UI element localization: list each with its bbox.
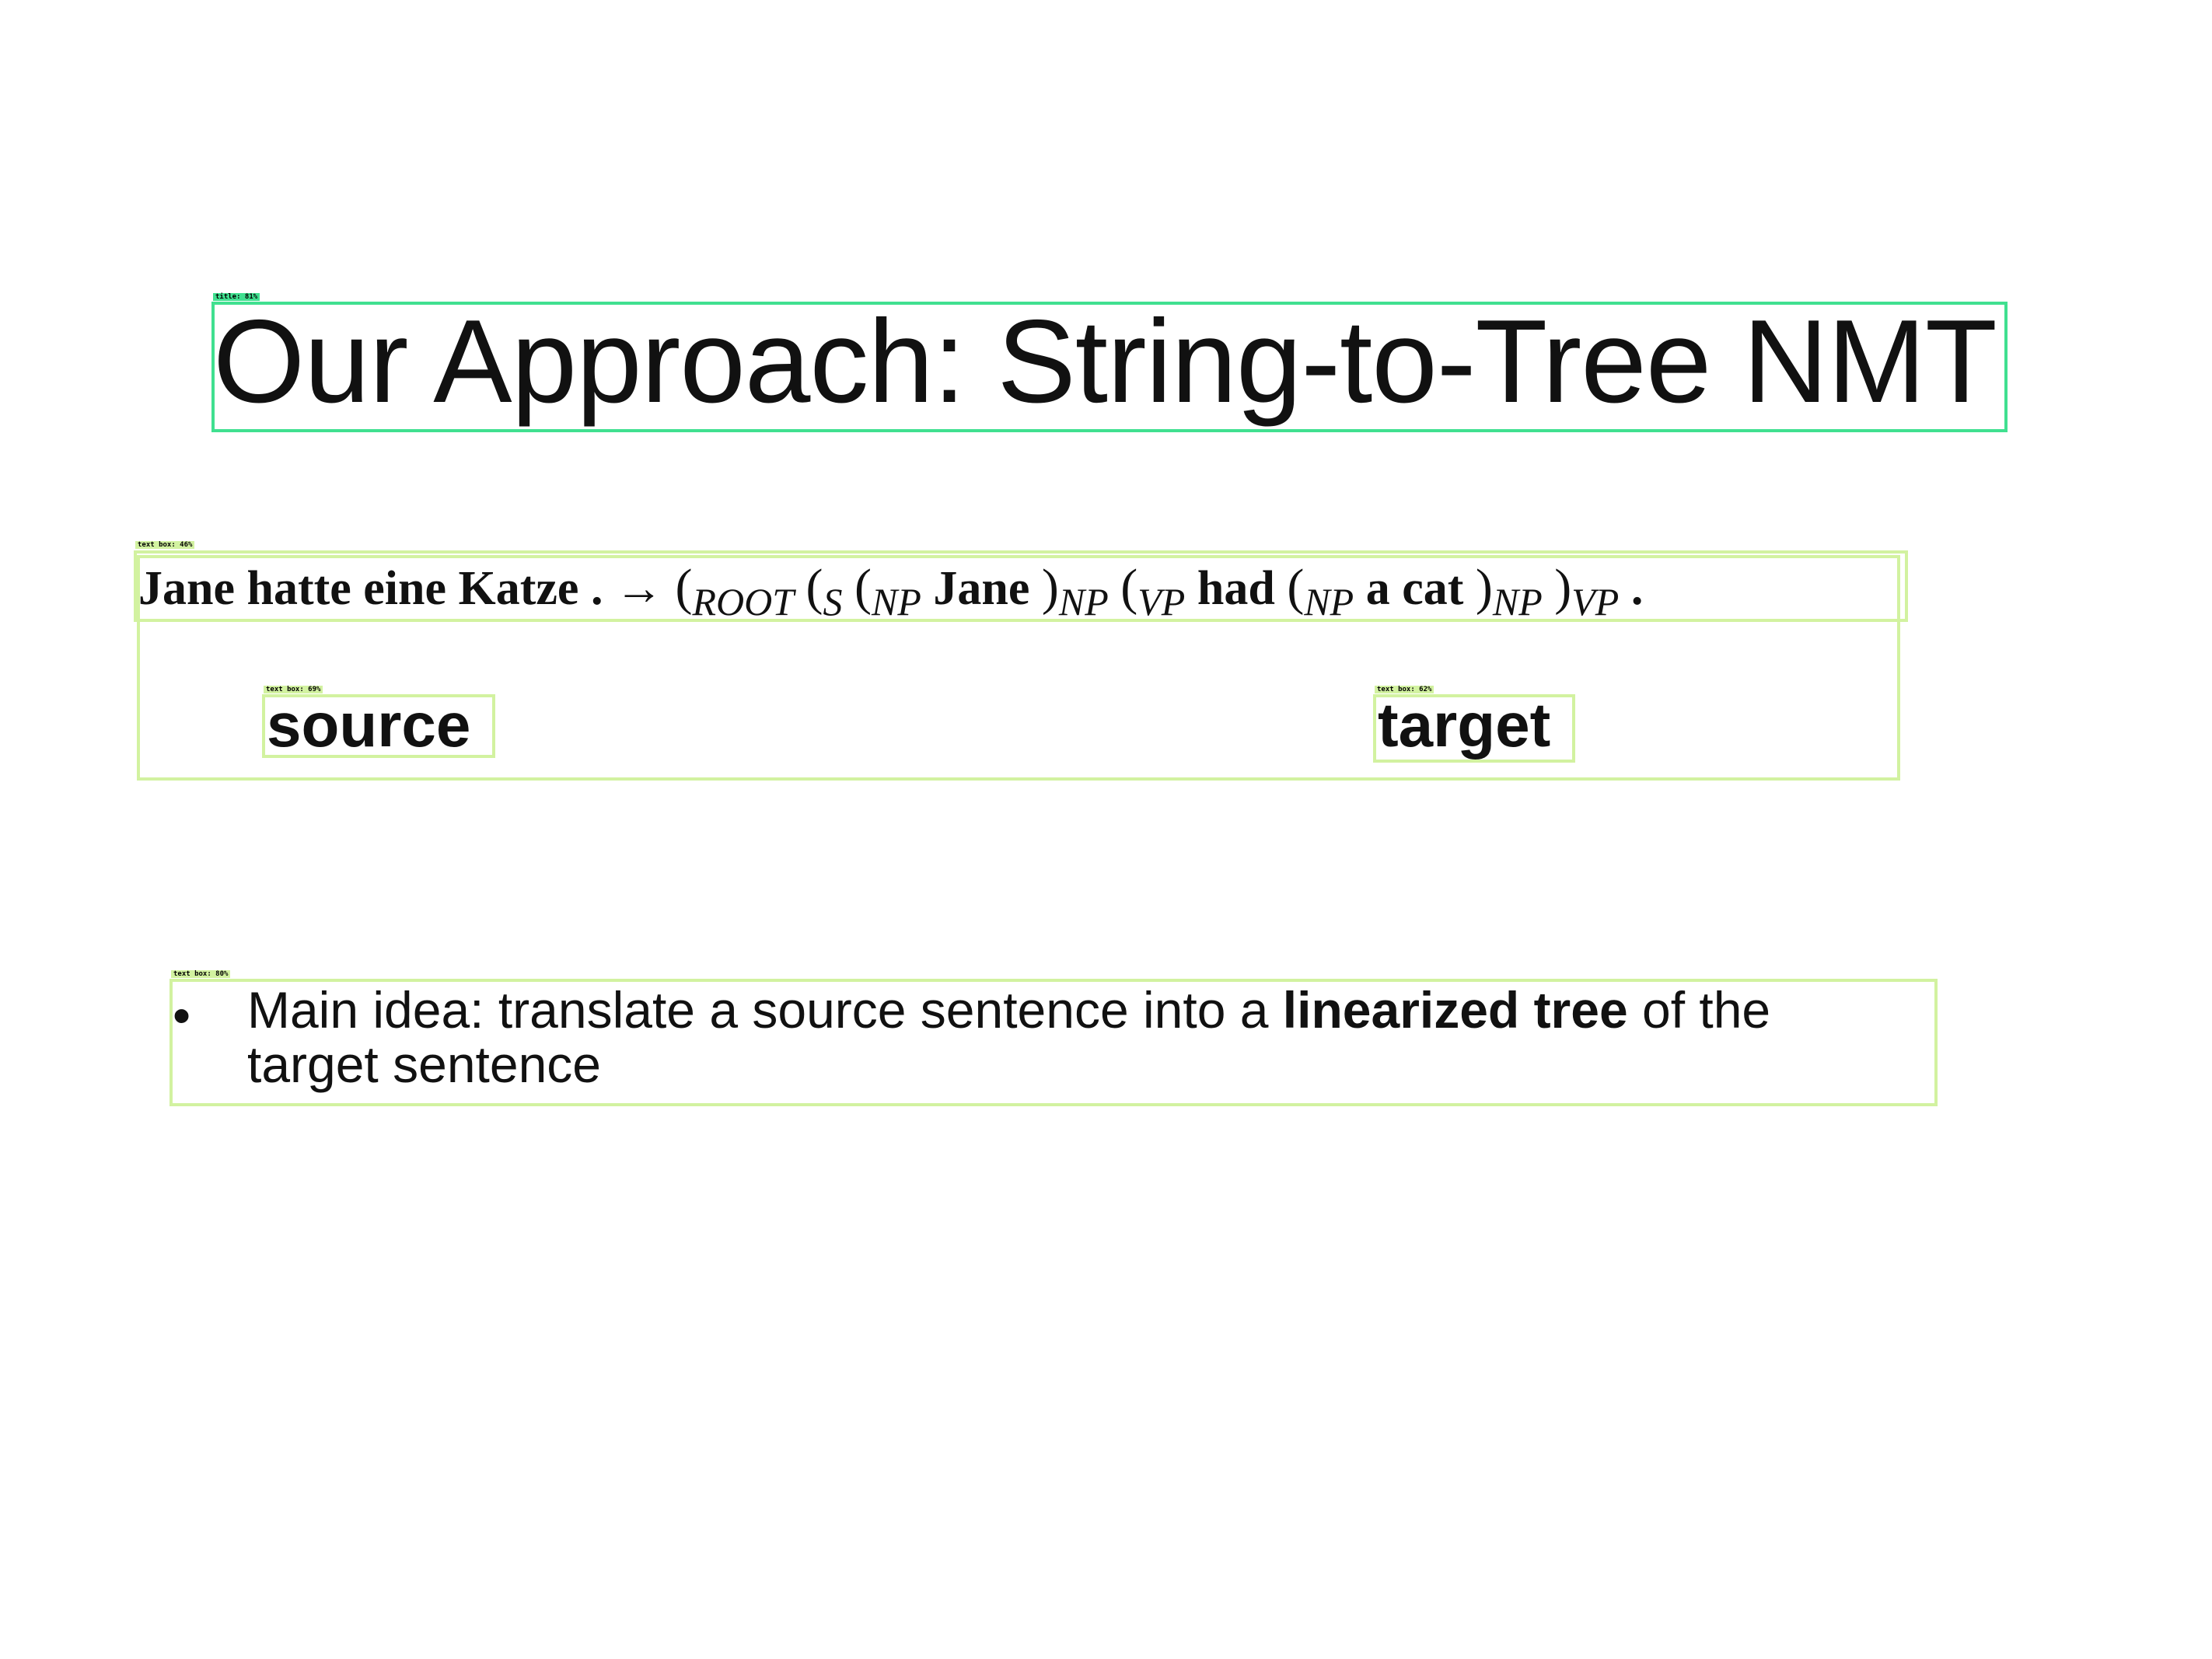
paren-open: ( xyxy=(805,559,823,616)
bullet-prefix: Main idea: translate a source sentence i… xyxy=(247,981,1283,1039)
bullet-text: Main idea: translate a source sentence i… xyxy=(247,983,1942,1091)
bullet-line-1: Main idea: translate a source sentence i… xyxy=(247,983,1942,1037)
paren-open: ( xyxy=(1120,559,1138,616)
paren-open: ( xyxy=(675,559,693,616)
paren-open: ( xyxy=(1287,559,1305,616)
source-sentence: Jane hatte eine Katze . xyxy=(138,562,603,615)
source-label: source xyxy=(267,690,471,760)
arrow-symbol: → xyxy=(614,562,663,615)
bullet-detection-tag: text box: 80% xyxy=(171,970,231,978)
label-s: S xyxy=(823,580,843,623)
label-np: NP xyxy=(1304,580,1354,623)
label-vp: VP xyxy=(1571,580,1620,623)
paren-close: ) xyxy=(1554,559,1572,616)
linearized-tree-formula: Jane hatte eine Katze . → (ROOT (S (NP J… xyxy=(138,557,1644,623)
target-word-jane: Jane xyxy=(933,562,1030,615)
paren-close: ) xyxy=(1475,559,1493,616)
target-label: target xyxy=(1378,690,1551,760)
paren-close: ) xyxy=(1041,559,1059,616)
target-word-a-cat: a cat xyxy=(1365,562,1464,615)
bullet-suffix: of the xyxy=(1627,981,1771,1039)
slide-title: Our Approach: String-to-Tree NMT xyxy=(213,295,1997,428)
label-np: NP xyxy=(871,580,921,623)
label-root: ROOT xyxy=(692,580,795,623)
final-period: . xyxy=(1630,562,1644,615)
target-word-had: had xyxy=(1197,562,1275,615)
bullet-marker: • xyxy=(173,987,191,1044)
label-vp: VP xyxy=(1137,580,1186,623)
label-np: NP xyxy=(1492,580,1543,623)
bullet-line-2: target sentence xyxy=(247,1036,601,1093)
formula-detection-tag: text box: 46% xyxy=(135,541,195,549)
paren-open: ( xyxy=(854,559,872,616)
bullet-emphasis: linearized tree xyxy=(1282,981,1628,1039)
label-np: NP xyxy=(1058,580,1109,623)
